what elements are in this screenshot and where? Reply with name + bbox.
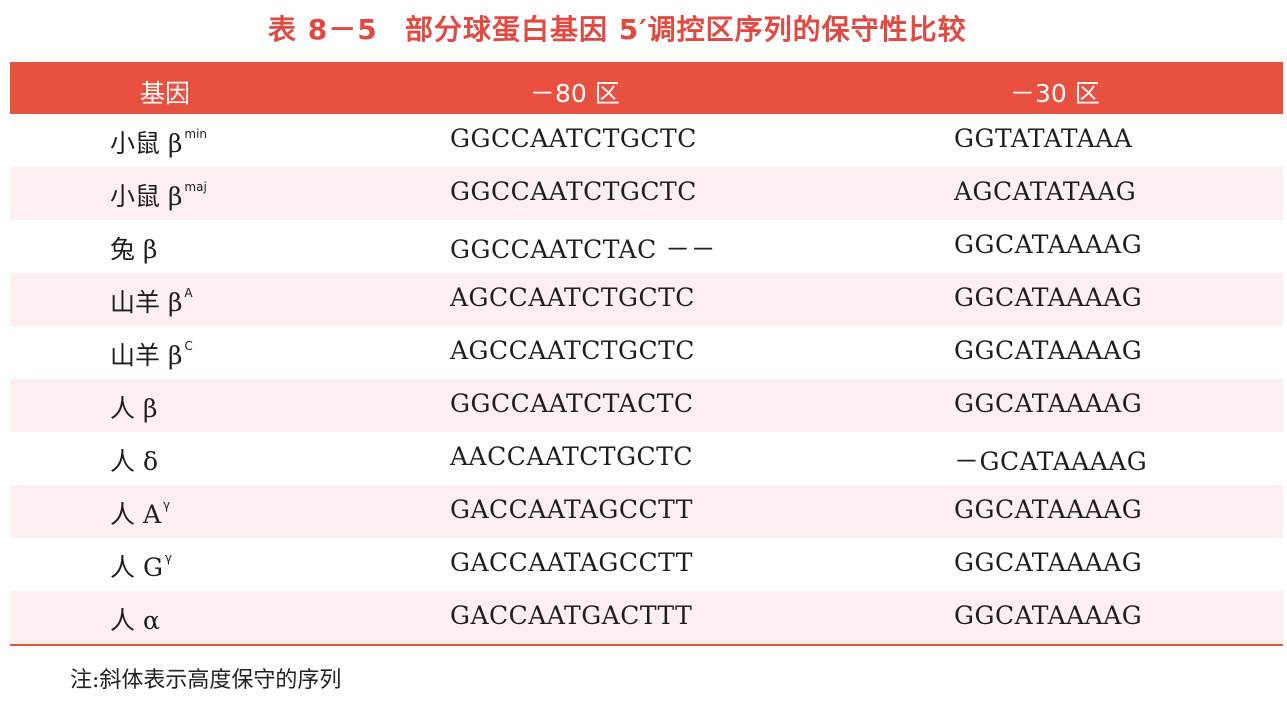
seq30-cell: GGCATAAAAG (954, 283, 1143, 312)
table-row: 小鼠 β min GGCCAATCTGCTC GGTATATAAA (10, 114, 1283, 167)
seq80-cell: GGCCAATCTGCTC (450, 124, 697, 153)
gene-cell: 人 Gγ (110, 551, 173, 582)
seq30-cell: GGCATAAAAG (954, 336, 1143, 365)
table-footnote: 注:斜体表示高度保守的序列 (70, 668, 342, 693)
seq80-cell: GACCAATAGCCTT (450, 548, 693, 577)
gene-cell: 山羊 βA (110, 286, 193, 317)
header-minus30-region: －30 区 (1010, 79, 1100, 108)
seq80-cell: AACCAATCTGCTC (450, 442, 693, 471)
seq30-cell: AGCATATAAG (954, 177, 1137, 206)
table-title: 部分球蛋白基因 5′调控区序列的保守性比较 (405, 13, 967, 46)
seq80-cell: GGCCAATCTAC －－ (450, 235, 717, 264)
table-row: 兔 β GGCCAATCTAC －－ GGCATAAAAG (10, 220, 1283, 273)
seq80-cell: AGCCAATCTGCTC (450, 283, 695, 312)
table-header: 基因 －80 区 －30 区 (10, 62, 1283, 114)
table-row: 人 Gγ GACCAATAGCCTT GGCATAAAAG (10, 538, 1283, 591)
seq30-cell: －GCATAAAAG (954, 447, 1148, 476)
table-row: 人 α GACCAATGACTTT GGCATAAAAG (10, 591, 1283, 644)
header-minus80-region: －80 区 (530, 79, 620, 108)
table-number: 表 8－5 (268, 13, 378, 46)
seq30-cell: GGCATAAAAG (954, 389, 1143, 418)
gene-cell: 人 δ (110, 447, 158, 476)
seq30-cell: GGCATAAAAG (954, 230, 1143, 259)
seq80-cell: AGCCAATCTGCTC (450, 336, 695, 365)
sequence-table: 基因 －80 区 －30 区 小鼠 β min GGCCAATCTGCTC GGT… (10, 62, 1283, 646)
table-row: 山羊 βA AGCCAATCTGCTC GGCATAAAAG (10, 273, 1283, 326)
table-row: 人 Aγ GACCAATAGCCTT GGCATAAAAG (10, 485, 1283, 538)
gene-cell: 小鼠 β min (110, 127, 208, 158)
table-caption: 表 8－5 部分球蛋白基因 5′调控区序列的保守性比较 (0, 8, 1287, 48)
header-gene: 基因 (140, 79, 191, 108)
gene-cell: 人 α (110, 606, 160, 635)
seq30-cell: GGCATAAAAG (954, 548, 1143, 577)
table-row: 人 δ AACCAATCTGCTC －GCATAAAAG (10, 432, 1283, 485)
gene-cell: 人 β (110, 394, 158, 423)
seq30-cell: GGCATAAAAG (954, 495, 1143, 524)
seq80-cell: GACCAATAGCCTT (450, 495, 693, 524)
seq30-cell: GGTATATAAA (954, 124, 1133, 153)
gene-cell: 山羊 βC (110, 339, 193, 370)
seq80-cell: GGCCAATCTACTC (450, 389, 694, 418)
table-row: 山羊 βC AGCCAATCTGCTC GGCATAAAAG (10, 326, 1283, 379)
seq80-cell: GACCAATGACTTT (450, 601, 693, 630)
seq30-cell: GGCATAAAAG (954, 601, 1143, 630)
table-body: 小鼠 β min GGCCAATCTGCTC GGTATATAAA 小鼠 β maj… (10, 114, 1283, 644)
table-row: 小鼠 β maj GGCCAATCTGCTC AGCATATAAG (10, 167, 1283, 220)
seq80-cell: GGCCAATCTGCTC (450, 177, 697, 206)
gene-cell: 兔 β (110, 235, 158, 264)
gene-cell: 小鼠 β maj (110, 180, 207, 211)
table-bottom-rule (10, 644, 1283, 646)
gene-cell: 人 Aγ (110, 498, 171, 529)
table-row: 人 β GGCCAATCTACTC GGCATAAAAG (10, 379, 1283, 432)
